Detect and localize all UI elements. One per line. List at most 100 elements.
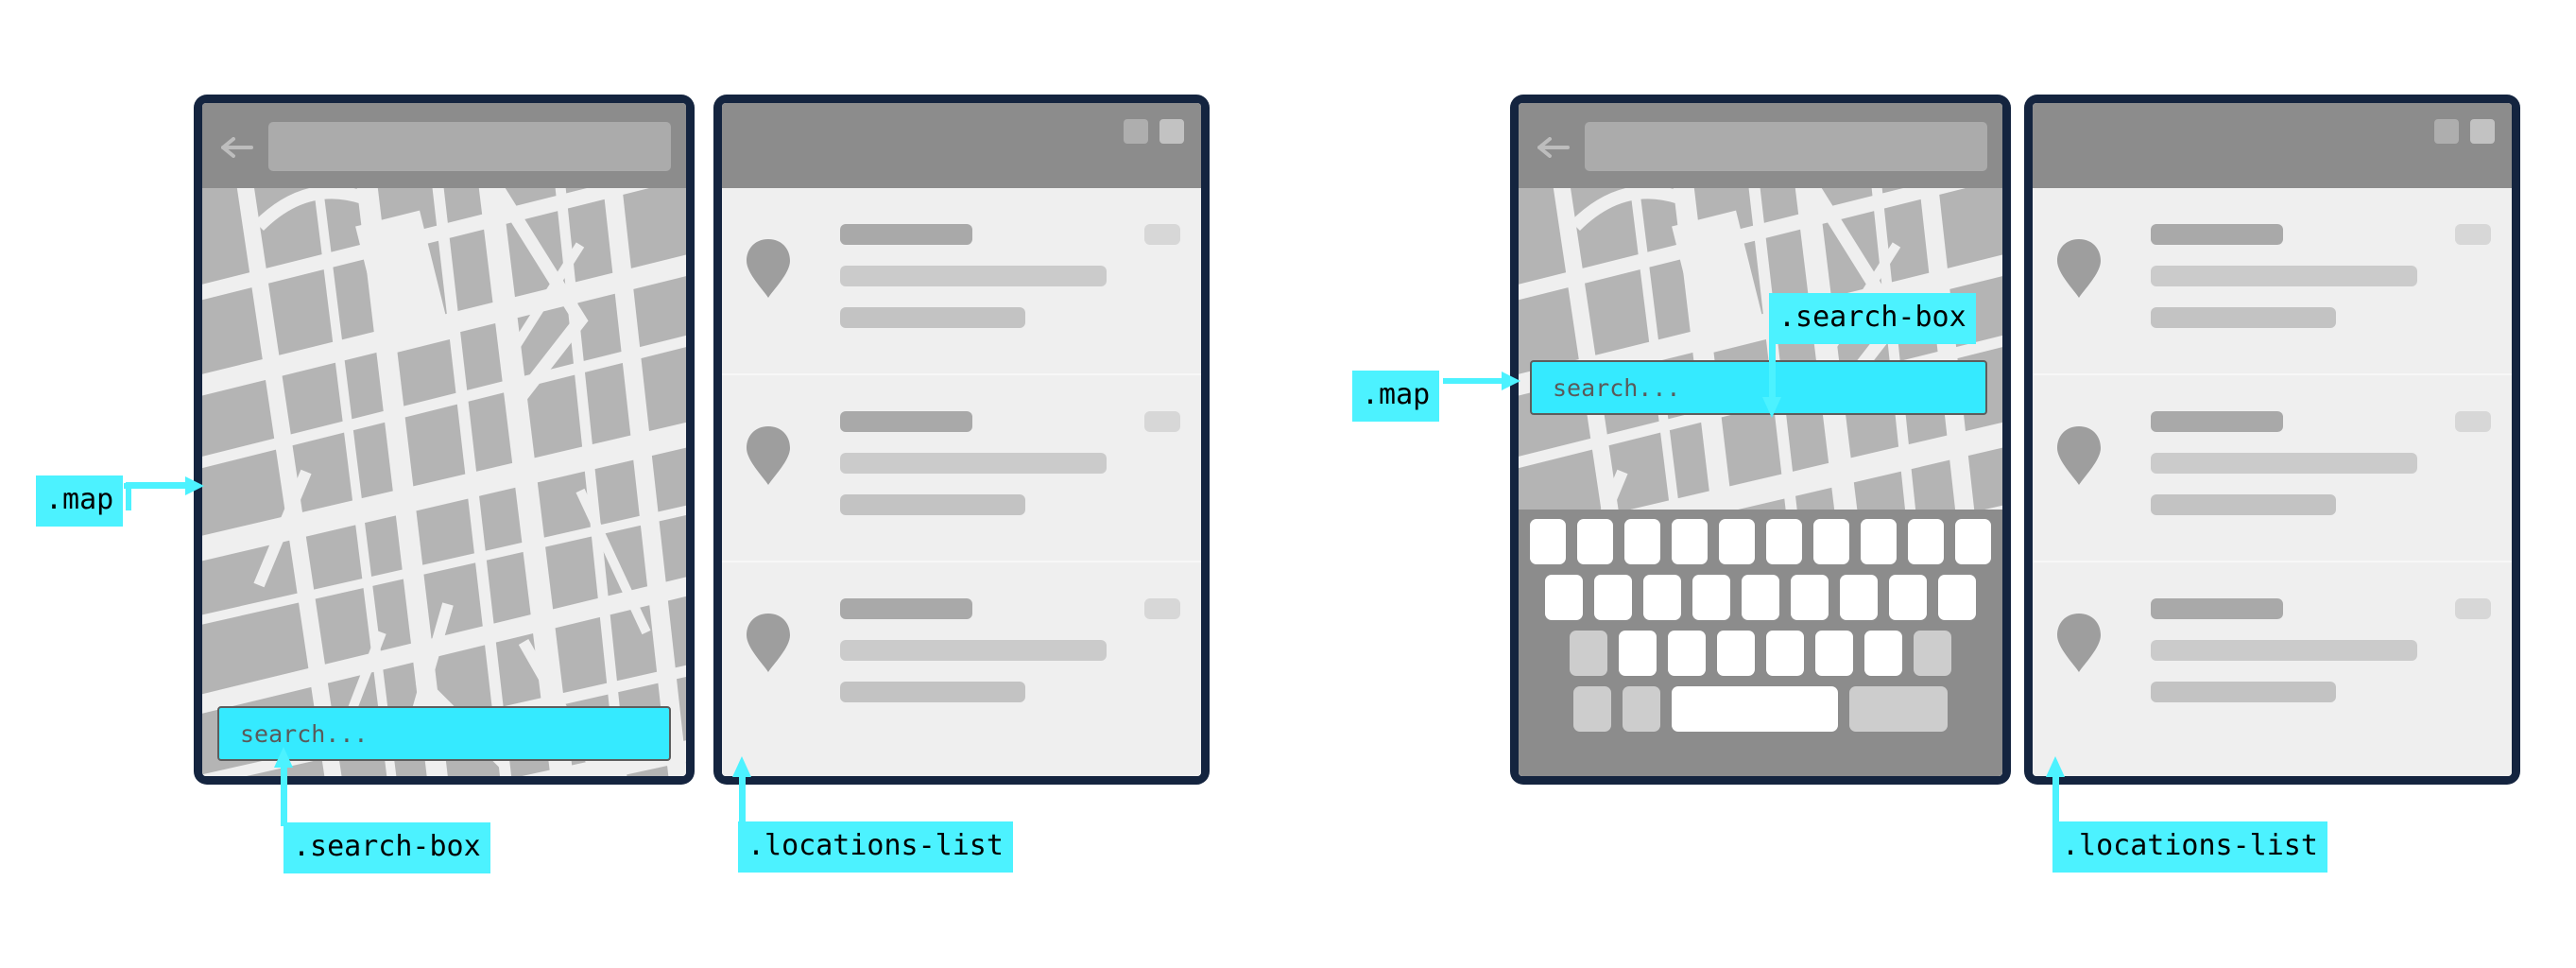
list-item-subtitle xyxy=(840,640,1107,661)
annotation-map-right: .map xyxy=(1352,371,1440,422)
status-badge xyxy=(1144,411,1180,432)
app-topbar-a xyxy=(202,103,686,188)
search-box-placeholder-a: search... xyxy=(240,719,369,748)
keyboard-key[interactable] xyxy=(1545,575,1583,620)
keyboard-space-key[interactable] xyxy=(1672,686,1838,732)
keyboard-shift-key[interactable] xyxy=(1570,631,1607,676)
list-item-text-block xyxy=(2151,411,2493,515)
status-badge xyxy=(2455,411,2491,432)
phone-frame-list-a xyxy=(713,95,1210,785)
keyboard-key[interactable] xyxy=(1619,631,1657,676)
keyboard-key[interactable] xyxy=(1861,519,1897,564)
annotation-locations-list-right: .locations-list xyxy=(2052,821,2327,873)
map-screen-b: search... xyxy=(1519,103,2002,776)
keyboard-key[interactable] xyxy=(1672,519,1708,564)
window-indicator-2-icon[interactable] xyxy=(1159,119,1184,144)
keyboard-key[interactable] xyxy=(1815,631,1853,676)
search-box-placeholder-b: search... xyxy=(1553,373,1681,402)
locations-list-a[interactable] xyxy=(722,188,1201,776)
keyboard-key[interactable] xyxy=(1889,575,1927,620)
keyboard-key[interactable] xyxy=(1840,575,1878,620)
keyboard-key[interactable] xyxy=(1719,519,1755,564)
list-item[interactable] xyxy=(722,562,1201,750)
keyboard-key[interactable] xyxy=(1594,575,1632,620)
status-badge xyxy=(1144,224,1180,245)
map-canvas-a[interactable] xyxy=(202,188,686,776)
list-item[interactable] xyxy=(722,375,1201,562)
keyboard-key[interactable] xyxy=(1938,575,1976,620)
list-item-subtitle xyxy=(2151,453,2417,474)
list-item-detail xyxy=(2151,307,2336,328)
keyboard-key[interactable] xyxy=(1717,631,1755,676)
list-item[interactable] xyxy=(2033,375,2512,562)
status-badge xyxy=(1144,598,1180,619)
list-item-detail xyxy=(2151,682,2336,702)
map-pin-icon xyxy=(2055,424,2103,487)
annotation-label: .search-box xyxy=(293,830,481,863)
keyboard-row-2 xyxy=(1524,575,1997,620)
keyboard-key[interactable] xyxy=(1766,519,1802,564)
keyboard-key[interactable] xyxy=(1643,575,1681,620)
list-item-text-block xyxy=(2151,598,2493,702)
annotation-label: .search-box xyxy=(1778,301,1966,334)
map-pin-icon xyxy=(745,424,792,487)
list-item[interactable] xyxy=(2033,562,2512,750)
window-indicator-1-icon[interactable] xyxy=(1124,119,1148,144)
keyboard-key[interactable] xyxy=(1766,631,1804,676)
list-item-text-block xyxy=(2151,224,2493,328)
window-indicator-1-icon[interactable] xyxy=(2434,119,2459,144)
keyboard-enter-key[interactable] xyxy=(1849,686,1948,732)
list-item[interactable] xyxy=(722,188,1201,375)
keyboard-key[interactable] xyxy=(1530,519,1566,564)
keyboard-row-1 xyxy=(1524,519,1997,564)
search-box-b[interactable]: search... xyxy=(1530,360,1987,415)
list-item-subtitle xyxy=(2151,640,2417,661)
keyboard-key[interactable] xyxy=(1692,575,1730,620)
keyboard-symbols-key[interactable] xyxy=(1573,686,1611,732)
phone-frame-list-b xyxy=(2024,95,2520,785)
keyboard-backspace-key[interactable] xyxy=(1914,631,1951,676)
map-pin-icon xyxy=(2055,237,2103,300)
app-topbar-b xyxy=(1519,103,2002,188)
annotation-locations-list-left: .locations-list xyxy=(738,821,1013,873)
keyboard-row-4 xyxy=(1524,686,1997,732)
phone-frame-map-b: search... xyxy=(1510,95,2011,785)
keyboard-key[interactable] xyxy=(1791,575,1829,620)
locations-screen-a xyxy=(722,103,1201,776)
keyboard-comma-key[interactable] xyxy=(1623,686,1660,732)
window-indicator-2-icon[interactable] xyxy=(2470,119,2495,144)
map-pin-icon xyxy=(745,612,792,674)
keyboard-key[interactable] xyxy=(1742,575,1779,620)
annotation-search-box-left: .search-box xyxy=(283,822,490,873)
annotation-label: .map xyxy=(1362,378,1431,411)
annotation-label: .locations-list xyxy=(2062,829,2318,862)
wireframe-canvas: search... search... .map .search-box .lo… xyxy=(0,0,2576,968)
locations-screen-b xyxy=(2033,103,2512,776)
back-arrow-icon[interactable] xyxy=(221,137,253,158)
topbar-search-field-b[interactable] xyxy=(1585,122,1987,171)
keyboard-key[interactable] xyxy=(1624,519,1660,564)
list-item-title xyxy=(2151,598,2283,619)
back-arrow-icon[interactable] xyxy=(1537,137,1570,158)
keyboard-key[interactable] xyxy=(1908,519,1944,564)
list-item-detail xyxy=(840,494,1025,515)
keyboard-key[interactable] xyxy=(1864,631,1902,676)
list-topbar-a xyxy=(722,103,1201,188)
list-item-text-block xyxy=(840,224,1182,328)
list-item-text-block xyxy=(840,598,1182,702)
search-box-a[interactable]: search... xyxy=(217,706,671,761)
list-item[interactable] xyxy=(2033,188,2512,375)
list-item-detail xyxy=(840,682,1025,702)
locations-list-b[interactable] xyxy=(2033,188,2512,776)
phone-frame-map-a: search... xyxy=(194,95,695,785)
list-item-subtitle xyxy=(840,453,1107,474)
keyboard-key[interactable] xyxy=(1577,519,1613,564)
topbar-search-field-a[interactable] xyxy=(268,122,671,171)
keyboard-key[interactable] xyxy=(1813,519,1849,564)
keyboard-key[interactable] xyxy=(1668,631,1706,676)
annotation-map-left: .map xyxy=(36,475,124,527)
status-badge xyxy=(2455,224,2491,245)
onscreen-keyboard[interactable] xyxy=(1519,510,2002,776)
keyboard-key[interactable] xyxy=(1955,519,1991,564)
map-screen-a: search... xyxy=(202,103,686,776)
